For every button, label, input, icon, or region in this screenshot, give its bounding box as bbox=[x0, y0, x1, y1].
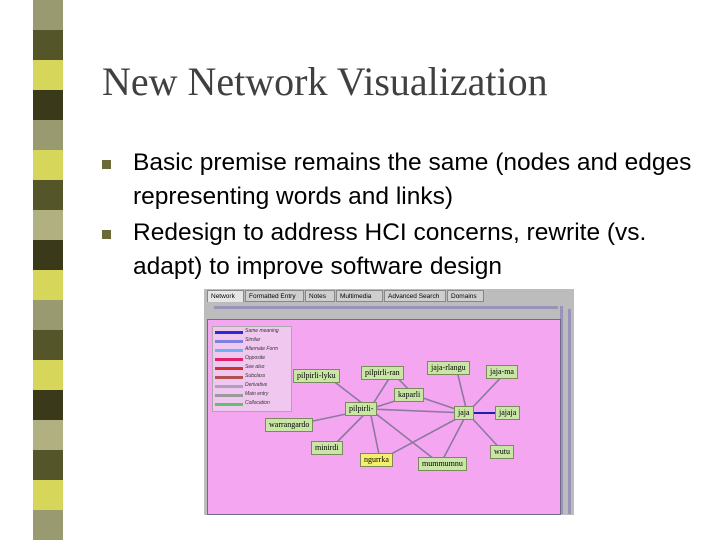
decor-stripe bbox=[33, 0, 63, 30]
legend-swatch bbox=[215, 394, 243, 397]
network-node[interactable]: jaja-ma bbox=[486, 365, 518, 379]
decor-stripe bbox=[33, 30, 63, 60]
decor-stripe bbox=[33, 120, 63, 150]
network-node[interactable]: jaja-rlangu bbox=[427, 361, 470, 375]
slide-decor-bar bbox=[0, 0, 72, 540]
decor-stripe bbox=[33, 240, 63, 270]
frame-border bbox=[568, 309, 571, 514]
bullet-text: Basic premise remains the same (nodes an… bbox=[133, 149, 692, 210]
decor-stripe bbox=[33, 420, 63, 450]
legend-item[interactable]: Subclass bbox=[215, 373, 291, 382]
network-node[interactable]: mummumnu bbox=[418, 457, 467, 471]
network-node[interactable]: wutu bbox=[490, 445, 514, 459]
legend-label: Opposite bbox=[245, 355, 266, 361]
network-app-screenshot: Network Formatted Entry Notes Multimedia Adv… bbox=[204, 289, 574, 515]
legend-label: Subclass bbox=[245, 373, 266, 379]
network-node[interactable]: minirdi bbox=[311, 441, 343, 455]
legend-item[interactable]: Opposite bbox=[215, 355, 291, 364]
network-node[interactable]: warrangardo bbox=[265, 418, 314, 432]
decor-stripe bbox=[33, 300, 63, 330]
legend-label: Derivative bbox=[245, 382, 268, 388]
legend-item[interactable]: Collocation bbox=[215, 400, 291, 409]
legend-swatch bbox=[215, 340, 243, 343]
network-node[interactable]: pilpirli-ran bbox=[361, 366, 404, 380]
tab-formatted-entry[interactable]: Formatted Entry bbox=[245, 290, 304, 302]
decor-stripe bbox=[33, 390, 63, 420]
decor-stripe bbox=[33, 510, 63, 540]
legend-swatch bbox=[215, 358, 243, 361]
legend-label: See also bbox=[245, 364, 265, 370]
legend-item[interactable]: Similar bbox=[215, 337, 291, 346]
decor-stripe bbox=[33, 480, 63, 510]
network-node[interactable]: ngurrka bbox=[360, 453, 393, 467]
decor-stripe bbox=[33, 60, 63, 90]
legend-swatch bbox=[215, 349, 243, 352]
decor-stripe bbox=[33, 270, 63, 300]
bullet-text: Redesign to address HCI concerns, rewrit… bbox=[133, 219, 647, 280]
legend-swatch bbox=[215, 367, 243, 370]
legend-label: Same meaning bbox=[245, 328, 279, 334]
legend-label: Main entry bbox=[245, 391, 269, 397]
network-edge bbox=[369, 408, 468, 414]
legend-item[interactable]: Derivative bbox=[215, 382, 291, 391]
network-node[interactable]: kaparli bbox=[394, 388, 425, 402]
tab-advanced-search[interactable]: Advanced Search bbox=[384, 290, 446, 302]
legend-item[interactable]: Same meaning bbox=[215, 328, 291, 337]
decor-stripe bbox=[33, 360, 63, 390]
legend-label: Collocation bbox=[245, 400, 270, 406]
tab-multimedia[interactable]: Multimedia bbox=[336, 290, 383, 302]
decor-stripe bbox=[33, 210, 63, 240]
legend-item[interactable]: Main entry bbox=[215, 391, 291, 400]
decor-stripe bbox=[33, 330, 63, 360]
legend-swatch bbox=[215, 403, 243, 406]
legend-label: Alternate Form bbox=[245, 346, 279, 352]
network-node[interactable]: pilpirli- bbox=[345, 402, 378, 416]
decor-stripe bbox=[33, 180, 63, 210]
legend-label: Similar bbox=[245, 337, 261, 343]
slide-title: New Network Visualization bbox=[102, 59, 548, 104]
legend-swatch bbox=[215, 331, 243, 334]
decor-stripe bbox=[33, 450, 63, 480]
network-node[interactable]: jaja bbox=[454, 406, 474, 420]
legend-swatch bbox=[215, 385, 243, 388]
legend-item[interactable]: See also bbox=[215, 364, 291, 373]
decor-stripe bbox=[33, 90, 63, 120]
frame-border bbox=[214, 306, 558, 309]
legend-item[interactable]: Alternate Form bbox=[215, 346, 291, 355]
decor-stripe bbox=[33, 150, 63, 180]
network-node[interactable]: pilpirli-lyku bbox=[293, 369, 340, 383]
bullet-square-icon bbox=[102, 160, 111, 169]
tab-notes[interactable]: Notes bbox=[305, 290, 335, 302]
link-type-legend: Same meaning Similar Alternate Form Opposit… bbox=[212, 326, 292, 412]
tab-network[interactable]: Network bbox=[207, 290, 244, 302]
network-canvas[interactable]: Same meaning Similar Alternate Form Opposit… bbox=[207, 319, 561, 515]
tab-domains[interactable]: Domains bbox=[447, 290, 484, 302]
legend-swatch bbox=[215, 376, 243, 379]
network-node[interactable]: jajaja bbox=[495, 406, 521, 420]
bullet-square-icon bbox=[102, 230, 111, 239]
